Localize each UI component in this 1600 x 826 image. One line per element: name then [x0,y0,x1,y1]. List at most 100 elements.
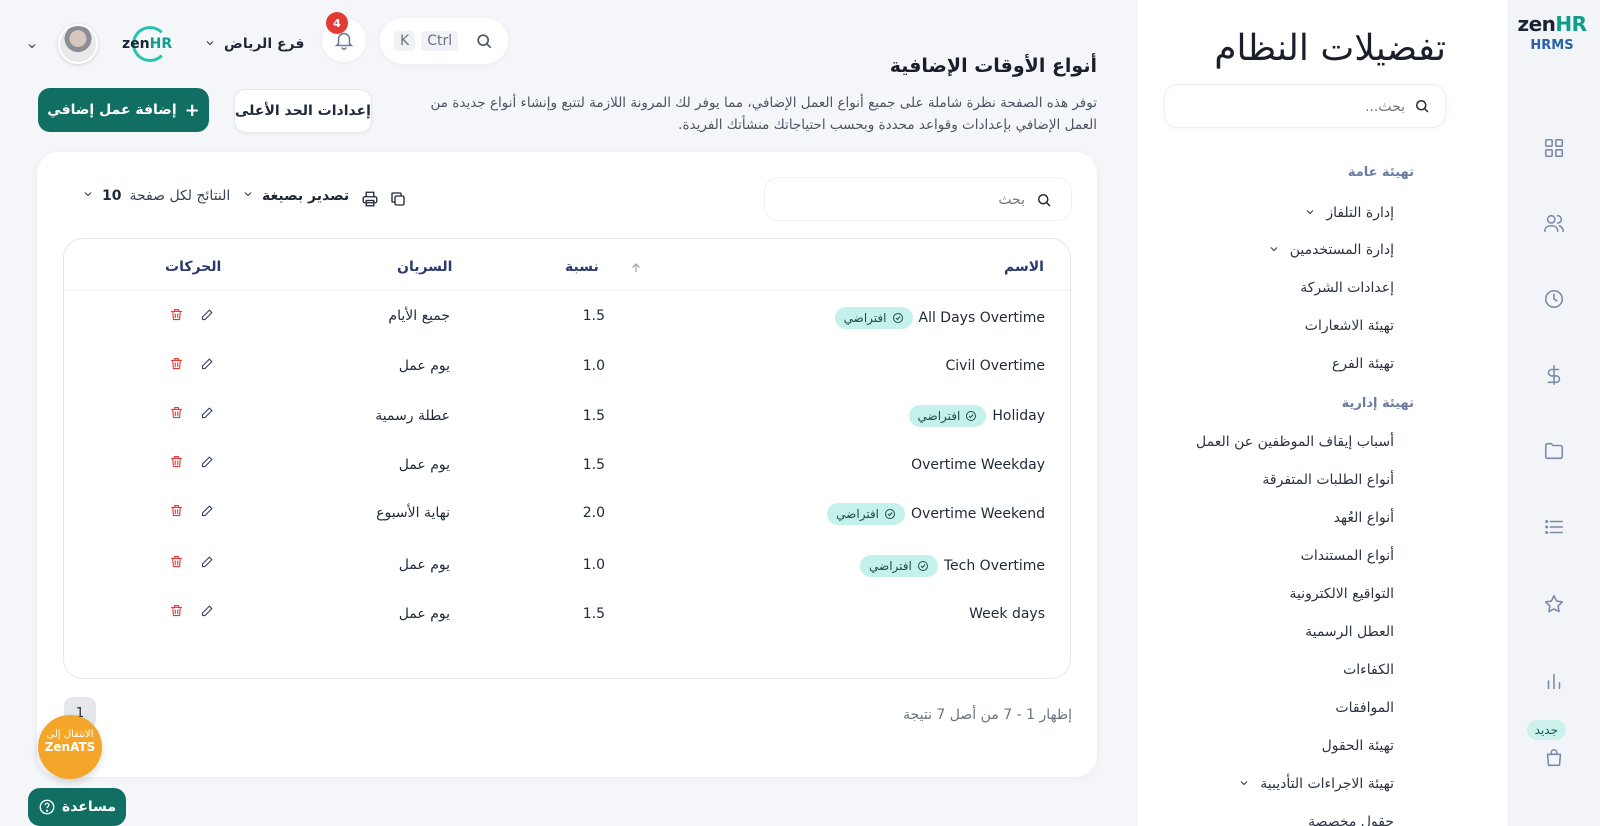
settings-search[interactable] [1164,84,1446,128]
table-row-name: افتراضي All Days Overtime [834,307,1045,329]
table-row-name: Civil Overtime [945,358,1045,374]
shopping-bag-icon[interactable] [1534,738,1574,778]
settings-title: تفضيلات النظام [1214,28,1446,69]
icon-rail [1508,0,1600,826]
default-badge: افتراضي [834,307,913,329]
users-icon[interactable] [1534,203,1574,243]
table-row-applies: يوم عمل [398,557,450,573]
star-icon[interactable] [1534,584,1574,624]
search-icon [1416,100,1429,113]
edit-icon[interactable] [200,356,215,375]
menu-disciplinary-setup[interactable]: تهيئة الاجراءات التأديبية [1238,776,1394,792]
sort-arrow-up-icon[interactable] [629,260,643,279]
menu-misc-request-types[interactable]: أنواع الطلبات المتفرقة [1262,472,1394,488]
menu-competencies[interactable]: الكفاءات [1343,662,1394,678]
page-title: أنواع الأوقات الإضافية [889,55,1097,77]
column-header-actions: الحركات [165,259,222,275]
edit-icon[interactable] [200,603,215,622]
delete-icon[interactable] [169,503,184,522]
table-row-name: افتراضي Overtime Weekend [827,503,1045,525]
menu-e-signatures[interactable]: التواقيع الالكترونية [1289,586,1394,602]
section-admin: تهيئة إدارية [1341,396,1414,411]
menu-company-settings[interactable]: إعدادات الشركة [1300,280,1394,296]
settings-search-input[interactable] [1205,95,1405,119]
delete-icon[interactable] [169,603,184,622]
table-row-ratio: 1.0 [582,557,605,573]
chevron-down-icon [1268,243,1282,257]
table-search-input[interactable] [805,188,1025,212]
plus-icon: + [184,99,200,121]
edit-icon[interactable] [200,405,215,424]
check-circle-icon [966,411,977,421]
column-header-applies[interactable]: السريان [397,259,452,275]
check-circle-icon [885,509,896,519]
per-page-label: النتائج لكل صفحة [129,188,231,204]
menu-official-holidays[interactable]: العطل الرسمية [1305,624,1394,640]
user-menu-chevron-icon[interactable] [26,37,38,56]
default-badge: افتراضي [908,405,987,427]
table-row-name: افتراضي Holiday [908,405,1045,427]
kbd-k: K [394,31,416,51]
print-icon[interactable] [361,190,379,212]
clock-icon[interactable] [1534,279,1574,319]
avatar[interactable] [58,24,98,64]
column-header-ratio[interactable]: نسبة [565,259,599,275]
product-name: HRMS [1530,38,1574,53]
zenats-switch-button[interactable]: الانتقال إلى ZenATS [38,715,102,779]
delete-icon[interactable] [169,307,184,326]
search-icon [477,34,492,49]
delete-icon[interactable] [169,405,184,424]
edit-icon[interactable] [200,307,215,326]
table-row-ratio: 2.0 [582,505,605,521]
menu-custom-fields[interactable]: حقول مخصصة [1308,814,1394,826]
menu-user-management[interactable]: إدارة المستخدمين [1268,242,1394,258]
check-circle-icon [917,561,928,571]
branch-selector[interactable]: فرع الرياض [204,34,304,53]
chevron-down-icon [1304,206,1318,220]
table-row-ratio: 1.0 [582,358,605,374]
menu-branch-setup[interactable]: تهيئة الفرع [1332,356,1394,372]
global-search[interactable]: K Ctrl [380,18,508,64]
chevron-down-icon [242,188,254,204]
search-icon [1038,194,1051,207]
chevron-down-icon [204,34,216,53]
menu-stop-reasons[interactable]: أسباب إيقاف الموظفين عن العمل [1196,434,1394,450]
menu-notification-setup[interactable]: تهيئة الاشعارات [1305,318,1394,334]
per-page-selector[interactable]: 10 النتائج لكل صفحة [82,188,230,204]
notification-count-badge: 4 [326,12,348,34]
zenhr-logo[interactable]: zenHR HRMS [1514,12,1590,53]
table-row-ratio: 1.5 [582,308,605,324]
menu-field-setup[interactable]: تهيئة الحقول [1322,738,1394,754]
add-overtime-button[interactable]: + إضافة عمل إضافي [38,88,209,132]
chevron-down-icon [82,188,94,204]
branch-label: فرع الرياض [224,35,305,52]
delete-icon[interactable] [169,554,184,573]
question-circle-icon [39,799,55,815]
delete-icon[interactable] [169,356,184,375]
chevron-down-icon [1238,777,1252,791]
dashboard-icon[interactable] [1534,128,1574,168]
edit-icon[interactable] [200,554,215,573]
chart-icon[interactable] [1534,661,1574,701]
delete-icon[interactable] [169,454,184,473]
edit-icon[interactable] [200,454,215,473]
table-row-applies: يوم عمل [398,606,450,622]
menu-approvals[interactable]: الموافقات [1335,700,1394,716]
table-row-applies: جميع الأيام [388,308,450,324]
header-divider [64,290,1070,291]
folder-icon[interactable] [1534,431,1574,471]
column-header-name[interactable]: الاسم [1004,259,1044,275]
menu-document-types[interactable]: أنواع المستندات [1301,548,1394,564]
table-row-applies: يوم عمل [398,358,450,374]
help-button[interactable]: مساعدة [28,788,126,826]
table-row-ratio: 1.5 [582,606,605,622]
export-dropdown[interactable]: تصدير بصيغة [242,188,349,204]
table-search[interactable] [764,177,1072,221]
menu-custody-types[interactable]: أنواع العُهد [1334,510,1394,526]
edit-icon[interactable] [200,503,215,522]
max-limit-settings-button[interactable]: إعدادات الحد الأعلى [234,89,372,133]
dollar-icon[interactable] [1534,355,1574,395]
copy-icon[interactable] [389,190,407,212]
list-icon[interactable] [1534,507,1574,547]
menu-tv-management[interactable]: إدارة التلفاز [1304,205,1394,221]
